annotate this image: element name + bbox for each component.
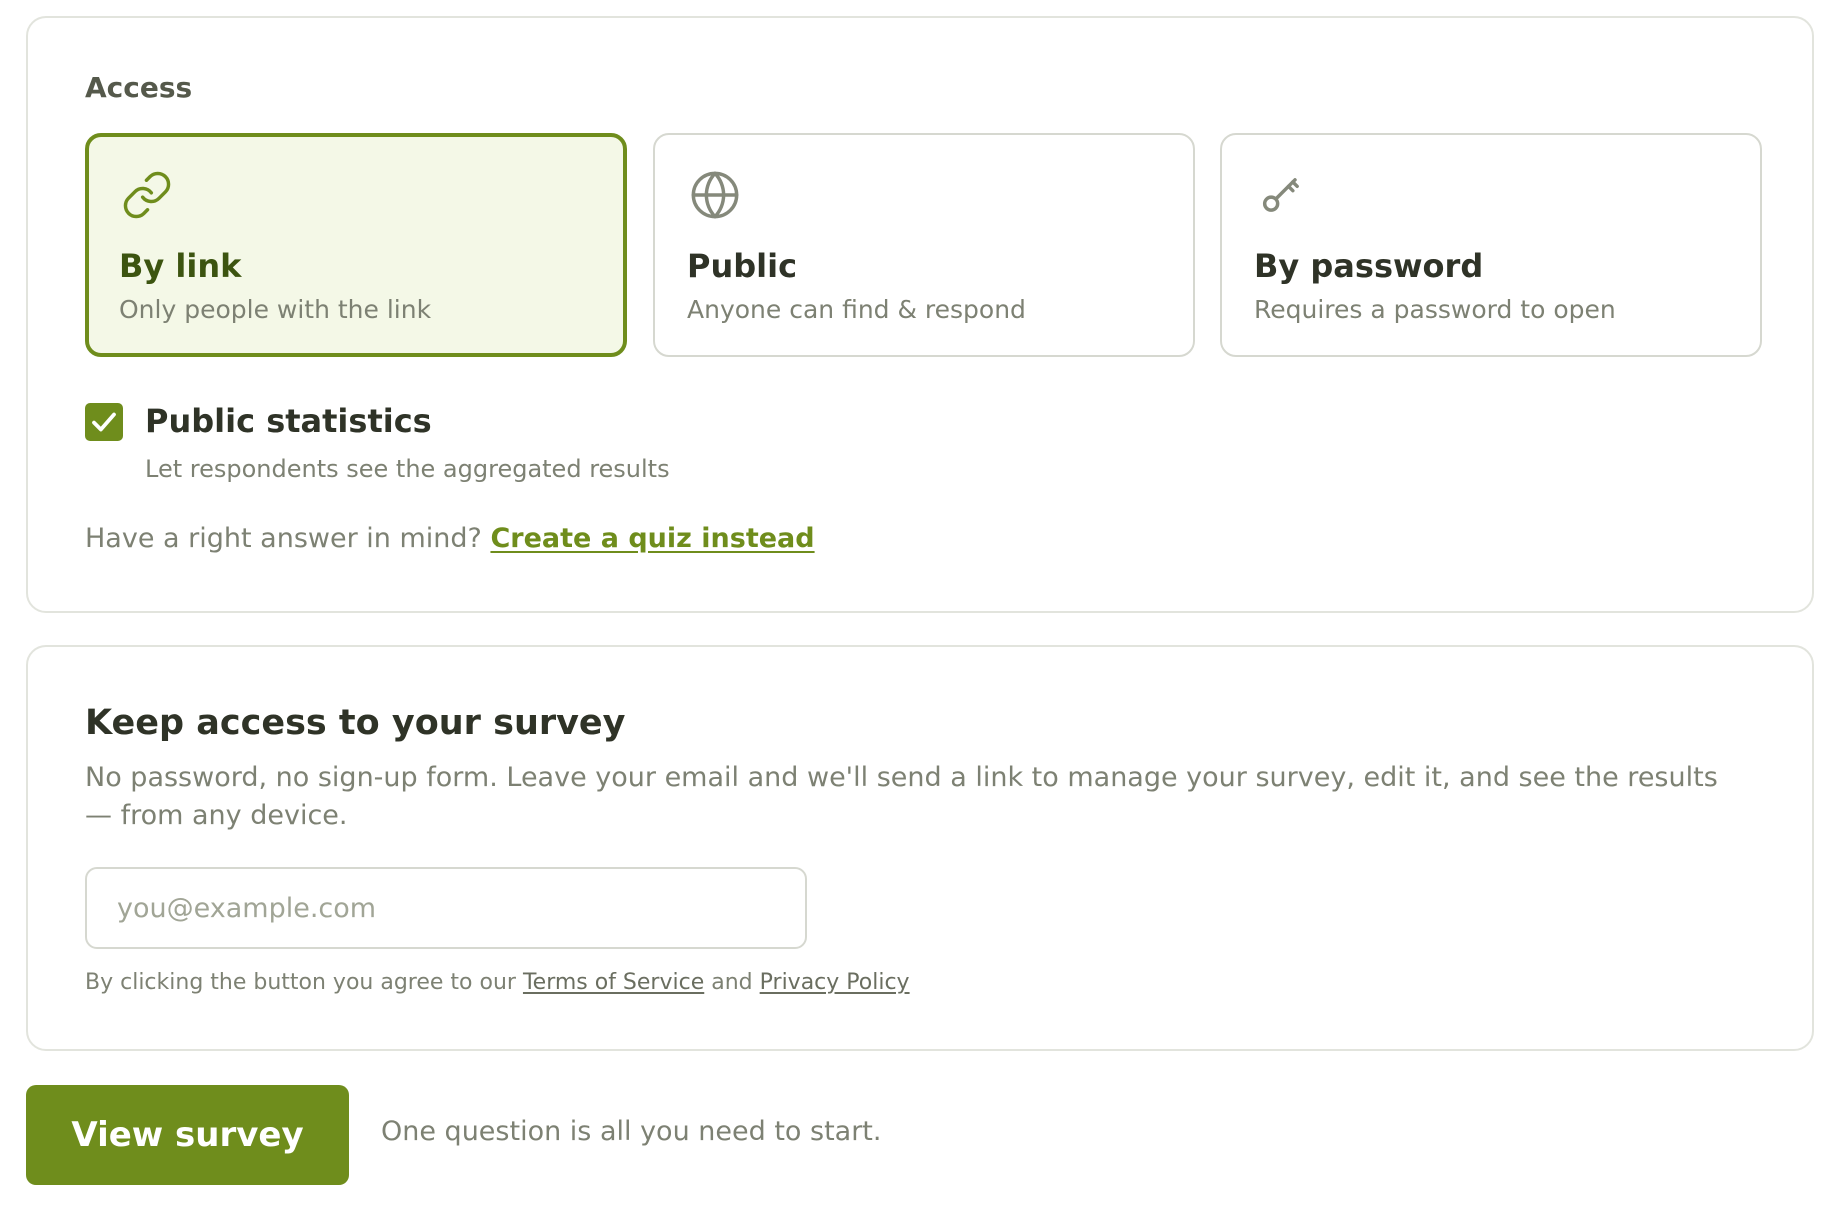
terms-and: and [711, 970, 753, 995]
access-option-description: Anyone can find & respond [687, 295, 1026, 324]
checkmark-icon [92, 412, 116, 432]
access-option-by-link[interactable]: By link Only people with the link [85, 133, 627, 357]
access-label: Access [85, 71, 193, 104]
keep-access-description: No password, no sign-up form. Leave your… [85, 762, 1718, 831]
terms-of-service-link[interactable]: Terms of Service [523, 970, 704, 995]
email-input[interactable] [85, 867, 807, 949]
access-option-title: By password [1254, 247, 1484, 285]
access-option-by-password[interactable]: By password Requires a password to open [1220, 133, 1762, 357]
public-statistics-checkbox[interactable] [85, 403, 123, 441]
access-option-title: By link [119, 247, 242, 285]
link-icon [121, 169, 173, 221]
access-option-description: Only people with the link [119, 295, 432, 324]
keep-access-card: Keep access to your survey No password, … [26, 645, 1814, 1051]
privacy-policy-link[interactable]: Privacy Policy [760, 970, 910, 995]
quiz-prompt-line: Have a right answer in mind? Create a qu… [85, 523, 815, 554]
globe-icon [689, 169, 741, 221]
public-statistics-description: Let respondents see the aggregated resul… [145, 455, 670, 483]
access-option-description: Requires a password to open [1254, 295, 1616, 324]
quiz-prompt-text: Have a right answer in mind? [85, 523, 482, 554]
access-option-public[interactable]: Public Anyone can find & respond [653, 133, 1195, 357]
public-statistics-label[interactable]: Public statistics [145, 402, 432, 440]
key-icon [1256, 169, 1308, 221]
access-option-title: Public [687, 247, 798, 285]
access-card: Access By link Only people with the link… [26, 16, 1814, 613]
terms-prefix: By clicking the button you agree to our [85, 970, 516, 995]
keep-access-title: Keep access to your survey [85, 703, 626, 743]
terms-notice: By clicking the button you agree to our … [85, 970, 910, 995]
view-survey-button[interactable]: View survey [26, 1085, 349, 1185]
create-quiz-link[interactable]: Create a quiz instead [490, 523, 814, 554]
footer-hint: One question is all you need to start. [381, 1116, 882, 1147]
